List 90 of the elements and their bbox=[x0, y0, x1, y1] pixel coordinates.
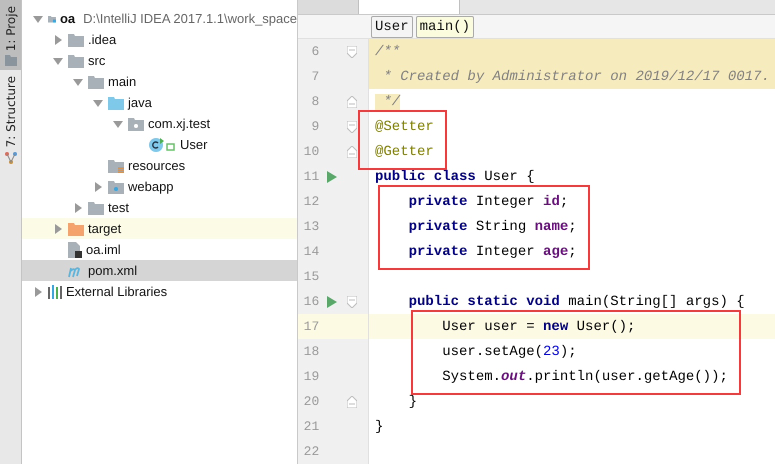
tree-item[interactable]: java bbox=[22, 92, 297, 113]
code-line: public static void main(String[] args) { bbox=[408, 294, 745, 310]
line-number: 22 bbox=[302, 444, 320, 459]
breadcrumb[interactable]: main() bbox=[416, 16, 474, 38]
tree-item[interactable]: main bbox=[22, 71, 297, 92]
breadcrumb[interactable]: User bbox=[371, 16, 413, 38]
line-number: 15 bbox=[302, 269, 320, 284]
code-line: /** bbox=[375, 44, 400, 60]
fold-marker-icon[interactable] bbox=[347, 96, 358, 108]
line-number: 17 bbox=[302, 319, 320, 334]
file-icon bbox=[68, 242, 82, 258]
tool-window-tab[interactable]: 1: Proje bbox=[0, 0, 21, 70]
fold-marker-icon[interactable] bbox=[347, 46, 358, 58]
tree-item-label: oa bbox=[60, 11, 76, 26]
line-number: 6 bbox=[310, 44, 320, 59]
folder-icon bbox=[88, 74, 104, 88]
code-line: private Integer age; bbox=[408, 244, 577, 260]
folder-icon bbox=[88, 200, 104, 214]
folder-icon bbox=[108, 96, 124, 110]
tree-item[interactable]: External Libraries bbox=[22, 281, 297, 302]
tree-item-label: webapp bbox=[128, 179, 174, 194]
collapsed-arrow-icon[interactable] bbox=[32, 286, 44, 298]
code-line: } bbox=[408, 394, 418, 410]
collapsed-arrow-icon[interactable] bbox=[52, 222, 64, 234]
tree-item-label: oa.iml bbox=[86, 242, 121, 257]
folder-icon bbox=[4, 55, 16, 66]
tree-item-label: src bbox=[88, 53, 106, 68]
tree-item-label: com.xj.test bbox=[148, 116, 210, 131]
line-number: 7 bbox=[310, 69, 320, 84]
code-line: @Getter bbox=[375, 144, 434, 160]
collapsed-arrow-icon[interactable] bbox=[52, 34, 64, 46]
tree-item[interactable]: resources bbox=[22, 155, 297, 176]
code-line: private String name; bbox=[408, 218, 577, 234]
code-line: @Setter bbox=[375, 118, 434, 134]
tree-item[interactable]: webapp bbox=[22, 176, 297, 197]
code-line: private Integer id; bbox=[408, 194, 568, 210]
line-number: 8 bbox=[310, 94, 320, 109]
run-icon[interactable] bbox=[327, 296, 338, 308]
tree-item-label: User bbox=[180, 137, 208, 152]
line-number: 19 bbox=[302, 369, 320, 384]
line-number: 14 bbox=[302, 244, 320, 259]
collapsed-arrow-icon[interactable] bbox=[92, 180, 104, 192]
tree-item-label: test bbox=[108, 200, 129, 215]
code-line: System.out.println(user.getAge()); bbox=[441, 368, 728, 384]
tree-item[interactable]: src bbox=[22, 50, 297, 71]
line-number: 11 bbox=[302, 169, 320, 184]
fold-marker-icon[interactable] bbox=[347, 120, 358, 132]
tree-item-label: java bbox=[128, 95, 152, 110]
tool-window-tab[interactable]: 7: Structure bbox=[0, 70, 21, 168]
tree-item-label: External Libraries bbox=[66, 284, 168, 299]
tree-item[interactable]: User bbox=[22, 134, 297, 155]
code-line: } bbox=[375, 418, 384, 434]
module-path: D:\IntelliJ IDEA 2017.1.1\work_space bbox=[83, 11, 297, 26]
line-number: 21 bbox=[302, 419, 320, 434]
tree-item-label: target bbox=[88, 221, 122, 236]
code-line: User user = new User(); bbox=[441, 318, 636, 334]
line-number: 20 bbox=[302, 394, 320, 409]
code-line: * Created by Administrator on 2019/12/17 0017. bbox=[382, 68, 770, 84]
folder-icon bbox=[68, 222, 84, 236]
run-icon[interactable] bbox=[327, 170, 338, 182]
class-icon bbox=[148, 136, 176, 152]
structure-icon bbox=[4, 152, 16, 164]
collapsed-arrow-icon[interactable] bbox=[72, 202, 84, 214]
tree-item-label: pom.xml bbox=[88, 263, 138, 278]
fold-marker-icon[interactable] bbox=[347, 296, 358, 308]
tree-item[interactable]: test bbox=[22, 197, 297, 218]
line-number: 9 bbox=[310, 119, 320, 134]
tree-item-label: main bbox=[108, 74, 136, 89]
selected-tree-item[interactable]: pom.xml bbox=[22, 260, 297, 281]
code-line: public class User { bbox=[375, 168, 535, 184]
folder-icon bbox=[68, 54, 84, 68]
line-number: 12 bbox=[302, 194, 320, 209]
tree-item[interactable]: .idea bbox=[22, 29, 297, 50]
tree-item-label: .idea bbox=[88, 32, 116, 47]
folder-icon bbox=[108, 158, 124, 172]
tree-item[interactable]: oa D:\IntelliJ IDEA 2017.1.1\work_space bbox=[22, 8, 297, 29]
line-number: 18 bbox=[302, 344, 320, 359]
folder-icon bbox=[128, 116, 144, 130]
fold-marker-icon[interactable] bbox=[347, 146, 358, 158]
tree-item[interactable]: oa.iml bbox=[22, 239, 297, 260]
code-line: user.setAge(23); bbox=[441, 344, 577, 360]
folder-icon bbox=[68, 32, 84, 46]
libraries-icon bbox=[48, 284, 62, 298]
tree-item[interactable]: com.xj.test bbox=[22, 113, 297, 134]
folder-icon bbox=[108, 180, 124, 194]
line-number: 16 bbox=[302, 294, 320, 309]
tree-item-label: resources bbox=[128, 158, 186, 173]
line-number: 13 bbox=[302, 219, 320, 234]
line-number: 10 bbox=[302, 144, 320, 159]
fold-marker-icon[interactable] bbox=[347, 396, 358, 408]
